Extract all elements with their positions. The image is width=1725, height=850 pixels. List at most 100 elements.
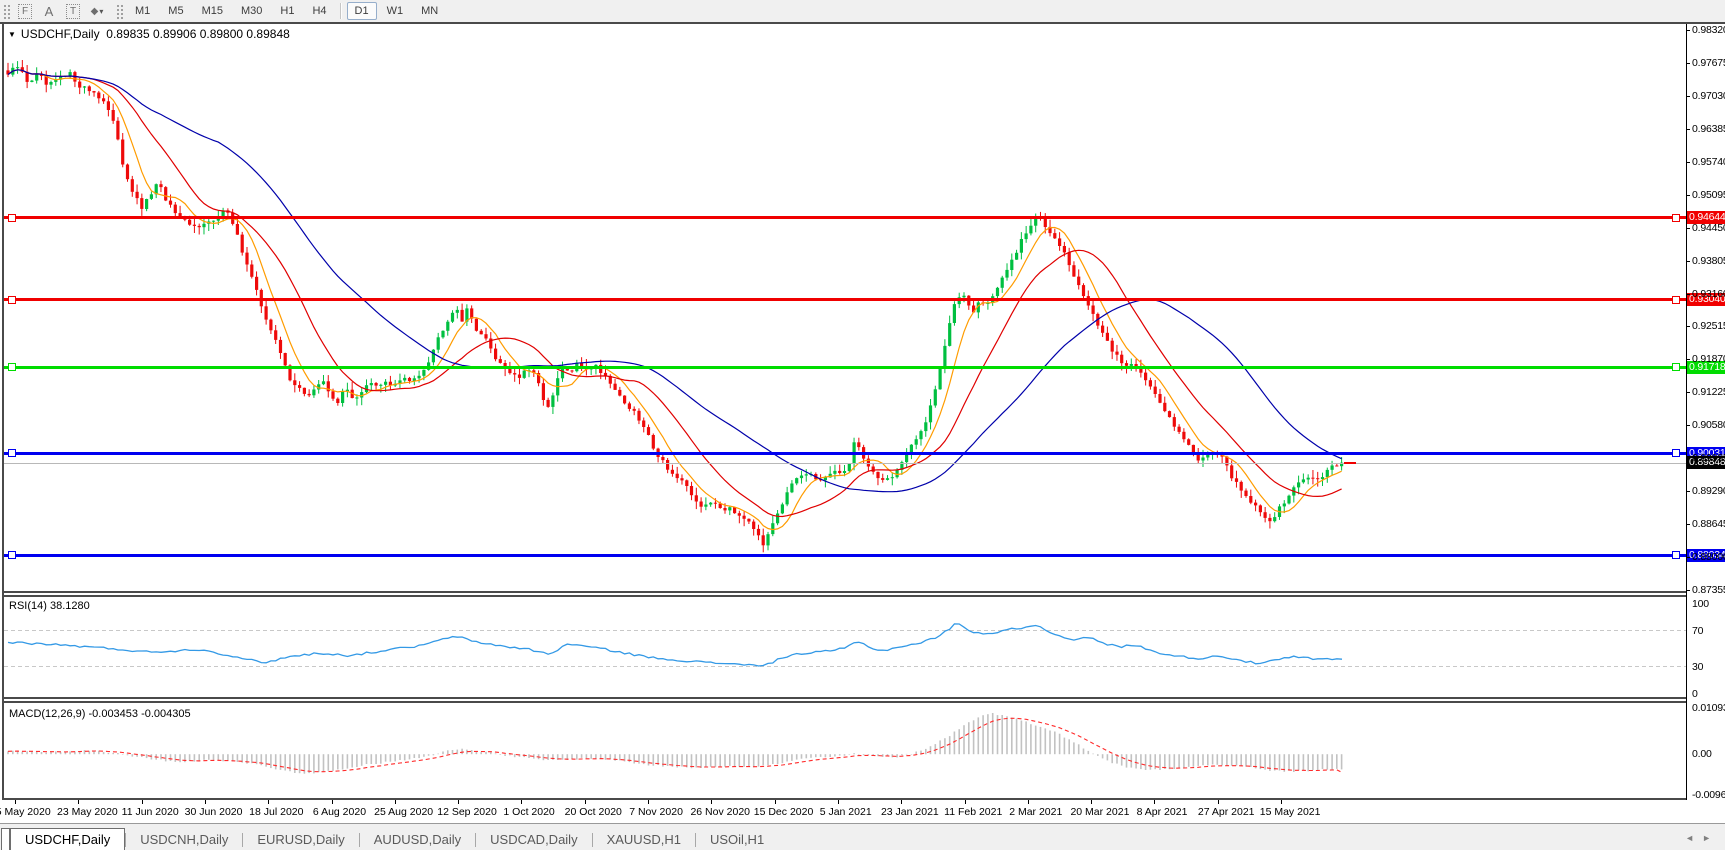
chart-tabs: USDCHF,Daily USDCNH,Daily EURUSD,Daily AUDU… (10, 828, 778, 850)
timeframe-button-mn[interactable]: MN (413, 2, 446, 20)
price-axis-tick (1686, 326, 1690, 328)
time-axis-label: 1 Oct 2020 (503, 806, 555, 818)
time-axis-tick (521, 800, 523, 804)
timeframe-button-m15[interactable]: M15 (194, 2, 231, 20)
last-price-marker (1344, 461, 1356, 464)
price-axis-tick-label: 0.94450 (1692, 221, 1725, 234)
time-axis-tick (1281, 800, 1282, 804)
timeframe-button-m30[interactable]: M30 (233, 2, 270, 20)
chart-tab-usdchf[interactable]: USDCHF,Daily (10, 828, 126, 850)
level-handle-left[interactable] (8, 449, 16, 458)
chart-tab-audusd[interactable]: AUDUSD,Daily (360, 829, 475, 850)
level-line-0.91718[interactable] (4, 365, 1686, 369)
chart-tab-eurusd[interactable]: EURUSD,Daily (243, 829, 358, 850)
time-axis-tick (774, 800, 776, 804)
time-axis-label: 6 Aug 2020 (312, 806, 367, 818)
macd-indicator-plot[interactable] (4, 703, 1686, 798)
time-axis-tick (1154, 800, 1156, 804)
timeframe-button-h4[interactable]: H4 (304, 2, 334, 20)
timeframe-button-m5[interactable]: M5 (160, 2, 191, 20)
time-axis-tick (964, 800, 966, 804)
level-line-0.88034[interactable] (4, 553, 1686, 557)
rsi-axis-tick-label: 0 (1692, 687, 1698, 700)
timeframe-button-h1[interactable]: H1 (272, 2, 302, 20)
price-axis-tick-label: 0.97030 (1692, 89, 1725, 102)
chart-tab-xauusd[interactable]: XAUUSD,H1 (593, 829, 695, 850)
level-handle-right[interactable] (1672, 213, 1680, 222)
price-axis-tick (1686, 359, 1690, 361)
level-handle-right[interactable] (1672, 449, 1680, 458)
price-axis-tick-label: 0.95095 (1692, 188, 1725, 201)
main-rsi-splitter[interactable] (2, 591, 1686, 593)
time-axis-label: 11 Jun 2020 (121, 806, 179, 818)
timeframe-button-w1[interactable]: W1 (379, 2, 412, 20)
time-axis-tick (394, 800, 396, 804)
time-axis-label: 18 Jul 2020 (249, 806, 304, 818)
level-handle-right[interactable] (1672, 295, 1680, 304)
time-axis-label: 5 May 2020 (0, 806, 51, 818)
level-handle-left[interactable] (8, 295, 16, 304)
toolbar-separator (339, 3, 342, 19)
time-axis-tick (15, 800, 16, 804)
mt4-chart-window: F A T ◆ ▾ M1 M5 M15 M30 H1 H4 D1 W1 MN ▼ USDCHF,Da… (0, 0, 1725, 850)
moving-average-45 (7, 69, 1342, 493)
time-axis-tick (141, 800, 143, 804)
macd-signal-line (7, 717, 1343, 773)
chart-tab-usdcad[interactable]: USDCAD,Daily (476, 829, 591, 850)
price-axis-tick (1686, 425, 1690, 427)
fibonacci-tool-icon[interactable]: F (14, 2, 36, 20)
toolbar-grip[interactable] (2, 3, 10, 19)
level-line-0.93040[interactable] (4, 298, 1686, 302)
timeframe-button-d1[interactable]: D1 (346, 2, 377, 20)
time-axis-label: 20 Oct 2020 (564, 806, 622, 818)
level-line-0.94644[interactable] (4, 216, 1686, 220)
time-axis-label: 27 Apr 2021 (1197, 806, 1255, 818)
level-handle-left[interactable] (8, 551, 16, 560)
time-axis-label: 15 May 2021 (1259, 806, 1321, 818)
arrow-objects-icon[interactable]: ◆ ▾ (86, 2, 108, 20)
text-label-tool-icon[interactable]: A (38, 2, 60, 20)
time-axis-tick (711, 800, 713, 804)
time-axis-label: 25 Aug 2020 (374, 806, 434, 818)
time-axis-tick (648, 800, 649, 804)
price-axis-tick-label: 0.93160 (1692, 287, 1725, 300)
macd-axis-tick-label: 0.010933 (1692, 702, 1725, 714)
time-axis-label: 20 Mar 2021 (1070, 806, 1130, 818)
timeframe-button-m1[interactable]: M1 (127, 2, 158, 20)
text-tool-icon[interactable]: T (62, 2, 84, 20)
price-axis-tick (1686, 128, 1690, 130)
chart-tab-bar: USDCHF,Daily USDCNH,Daily EURUSD,Daily AUDU… (0, 823, 1725, 850)
level-line-0.90031[interactable] (4, 451, 1686, 455)
dropdown-caret-icon[interactable]: ▾ (99, 7, 103, 16)
chart-tab-usoil[interactable]: USOil,H1 (696, 829, 778, 850)
price-axis-tick (1686, 161, 1690, 163)
level-handle-right[interactable] (1672, 363, 1680, 372)
time-axis-tick (331, 800, 333, 804)
level-handle-left[interactable] (8, 213, 16, 222)
macd-axis-tick-label: -0.00965 (1692, 789, 1725, 801)
time-axis-tick (1091, 800, 1093, 804)
tab-scroll-arrows: ◄► (1685, 833, 1719, 843)
tab-edge-notch (1, 828, 10, 850)
level-handle-left[interactable] (8, 363, 16, 372)
price-axis-tick (1686, 227, 1690, 229)
time-axis-tick (584, 800, 586, 804)
tab-scroll-right-icon[interactable]: ► (1702, 833, 1719, 843)
timeframe-button-group: M1 M5 M15 M30 H1 H4 D1 W1 MN (126, 2, 447, 20)
chart-tab-usdcnh[interactable]: USDCNH,Daily (126, 829, 242, 850)
price-chart-plot[interactable] (4, 24, 1686, 590)
toolbar-grip-2[interactable] (115, 3, 123, 19)
top-toolbar: F A T ◆ ▾ M1 M5 M15 M30 H1 H4 D1 W1 MN (0, 0, 1725, 22)
rsi-indicator-plot[interactable] (4, 597, 1686, 697)
price-axis-tick (1686, 293, 1690, 295)
level-handle-right[interactable] (1672, 551, 1680, 560)
rsi-macd-splitter[interactable] (2, 697, 1686, 699)
time-axis-label: 23 Jan 2021 (880, 806, 939, 818)
time-axis-tick (837, 800, 839, 804)
price-axis-tick-label: 0.92515 (1692, 320, 1725, 333)
price-axis-tick (1686, 392, 1690, 394)
time-axis-label: 15 Dec 2020 (753, 806, 814, 818)
time-axis-tick (1217, 800, 1219, 804)
tab-scroll-left-icon[interactable]: ◄ (1685, 833, 1702, 843)
price-axis-tick-label: 0.91225 (1692, 386, 1725, 399)
